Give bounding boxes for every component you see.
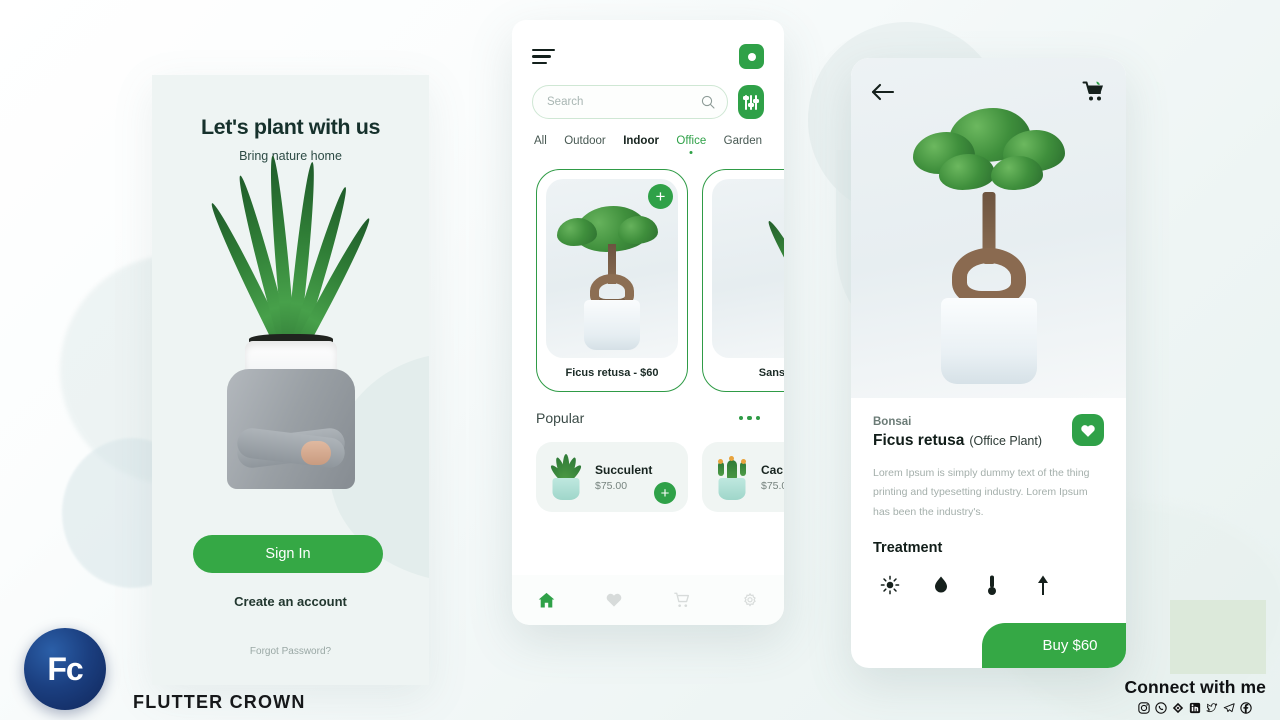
heart-filled-icon[interactable] [1072, 414, 1104, 446]
flutter-crown-logo: Fc [24, 628, 106, 710]
connect-title: Connect with me [1124, 677, 1266, 697]
instagram-icon[interactable] [1138, 701, 1151, 714]
brand-name: FLUTTER CROWN [133, 692, 306, 712]
add-to-cart-button[interactable]: + [654, 482, 676, 504]
search-input[interactable] [547, 96, 701, 108]
plant-title-row: Ficus retusa (Office Plant) [873, 432, 1104, 450]
category-tab-outdoor[interactable]: Outdoor [564, 135, 606, 147]
plant-detail-body: Bonsai Ficus retusa (Office Plant) Lorem… [851, 398, 1126, 598]
create-account-link[interactable]: Create an account [152, 594, 429, 609]
social-icon-list [1124, 701, 1266, 714]
popular-header: Popular [512, 392, 784, 426]
buy-button[interactable]: Buy $60 [982, 623, 1126, 668]
twitter-icon[interactable] [1206, 701, 1219, 714]
page-subtitle: Bring nature home [239, 149, 342, 163]
plant-card-label: Ficus retusa - $60 [565, 367, 659, 379]
back-arrow-icon[interactable] [871, 82, 895, 102]
popular-item-name: Cac [761, 462, 784, 477]
plant-card-ficus[interactable]: + Ficus retusa - $60 [536, 169, 688, 392]
home-screen: All Outdoor Indoor Office Garden + Ficus… [512, 20, 784, 625]
search-icon [701, 95, 715, 109]
succulent-photo [546, 454, 586, 500]
user-avatar-icon[interactable] [739, 44, 764, 623]
category-tab-all[interactable]: All [534, 135, 547, 147]
plant-title: Ficus retusa [873, 432, 965, 449]
plant-card-label: Sansev [758, 367, 784, 379]
category-tabs: All Outdoor Indoor Office Garden [512, 119, 784, 147]
section-title-treatment: Treatment [873, 540, 943, 557]
water-drop-icon[interactable] [930, 572, 952, 598]
whatsapp-icon[interactable] [1155, 701, 1168, 714]
telegram-icon[interactable] [1223, 701, 1236, 714]
plant-category-label: Bonsai [873, 416, 912, 428]
bonsai-ficus-large-photo [851, 58, 1126, 398]
plant-subtitle: (Office Plant) [969, 434, 1043, 448]
category-tab-office[interactable]: Office [676, 135, 706, 147]
facebook-icon[interactable] [1240, 701, 1253, 714]
sign-in-button[interactable]: Sign In [193, 535, 383, 573]
treatment-icon-list [873, 572, 1104, 598]
home-topbar [512, 20, 784, 623]
section-title-popular: Popular [536, 410, 585, 426]
sansevieria-photo [712, 179, 784, 358]
nav-gear-icon[interactable] [737, 587, 763, 613]
background-green-swatch [1170, 600, 1266, 674]
cactus-photo [712, 454, 752, 500]
popular-item-price: $75.0 [761, 479, 784, 492]
popular-item-name: Succulent [595, 462, 653, 477]
plant-description: Lorem Ipsum is simply dummy text of the … [873, 467, 1090, 518]
plant-card-list: + Ficus retusa - $60 Sansev [512, 147, 784, 392]
add-to-cart-button[interactable]: + [648, 184, 673, 209]
nav-heart-icon[interactable] [601, 587, 627, 613]
forgot-password-link[interactable]: Forgot Password? [152, 646, 429, 657]
onboarding-hero-illustration [152, 155, 429, 489]
onboarding-screen: Let's plant with us Bring nature home Si… [152, 75, 429, 685]
bottom-navigation-bar [512, 575, 784, 625]
nav-home-icon[interactable] [533, 587, 559, 613]
diamond-icon[interactable] [1172, 701, 1185, 714]
search-field[interactable] [532, 85, 728, 119]
nav-cart-icon[interactable] [669, 587, 695, 613]
search-row [512, 69, 784, 119]
category-tab-garden[interactable]: Garden [724, 135, 762, 147]
thermometer-icon[interactable] [981, 572, 1003, 598]
popular-item-succulent[interactable]: Succulent $75.00 + [536, 442, 688, 512]
sprout-icon[interactable] [1032, 572, 1054, 598]
plant-detail-screen: Bonsai Ficus retusa (Office Plant) Lorem… [851, 58, 1126, 668]
plant-card-sansevieria[interactable]: Sansev [702, 169, 784, 392]
sun-icon[interactable] [879, 572, 901, 598]
filter-sliders-icon[interactable] [738, 85, 764, 119]
connect-block: Connect with me [1124, 677, 1266, 714]
shopping-cart-icon[interactable] [1082, 80, 1106, 102]
linkedin-icon[interactable] [1189, 701, 1202, 714]
page-title: Let's plant with us [200, 115, 381, 139]
person-silhouette [226, 369, 355, 489]
logo-text: Fc [47, 650, 83, 687]
three-dots-icon[interactable] [738, 415, 760, 421]
hamburger-menu-icon[interactable] [532, 48, 555, 65]
popular-list: Succulent $75.00 + Cac $75.0 [512, 426, 784, 512]
category-tab-indoor[interactable]: Indoor [623, 135, 659, 147]
popular-item-cactus[interactable]: Cac $75.0 [702, 442, 784, 512]
